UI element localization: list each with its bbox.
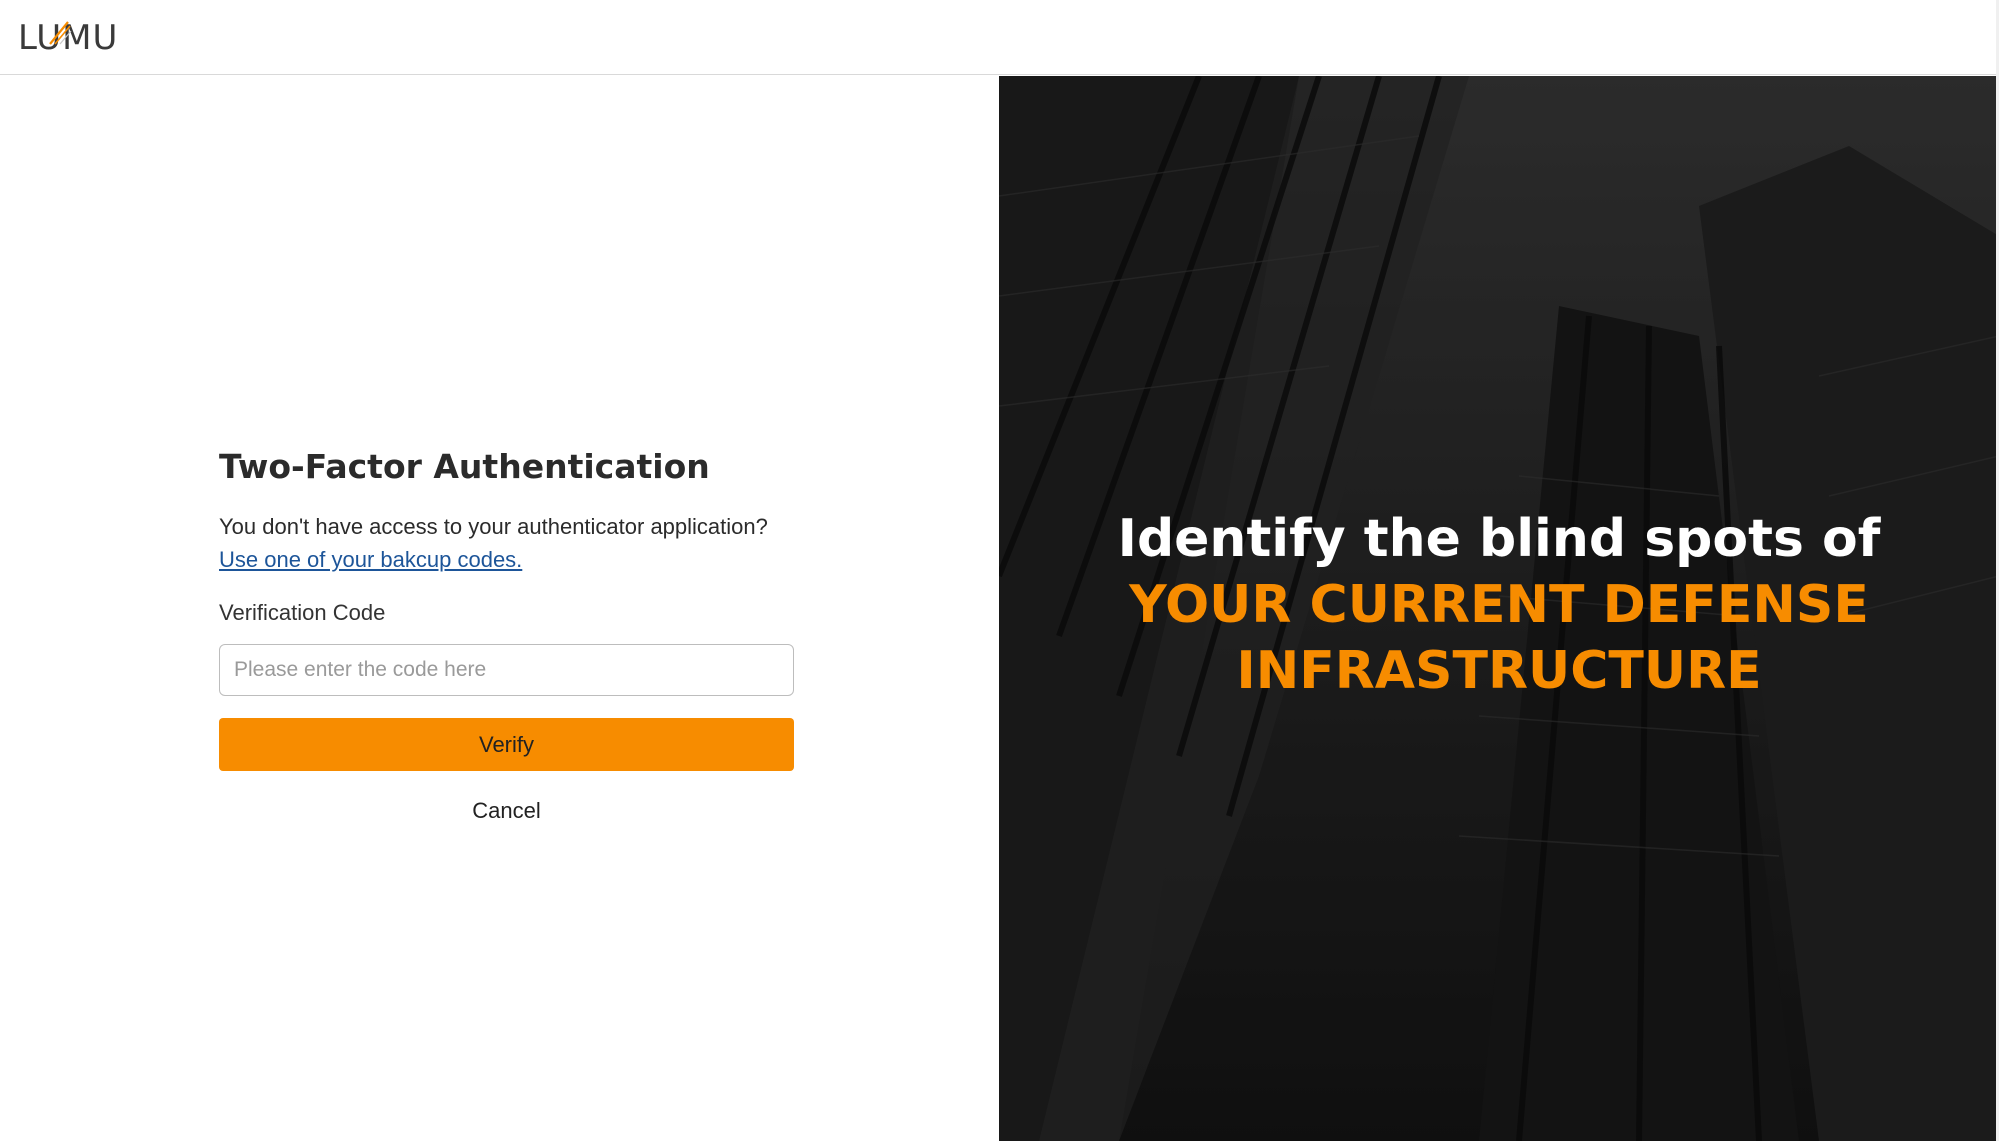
lumu-logo[interactable]: LUMU bbox=[18, 14, 128, 60]
two-factor-form: Two-Factor Authentication You don't have… bbox=[219, 446, 794, 829]
hero-line-1: Identify the blind spots of bbox=[1117, 509, 1881, 569]
backup-codes-link[interactable]: Use one of your bakcup codes. bbox=[219, 543, 522, 576]
login-panel: Two-Factor Authentication You don't have… bbox=[0, 76, 999, 1141]
top-header: LUMU bbox=[0, 0, 1999, 75]
hero-panel: Identify the blind spots of YOUR CURRENT… bbox=[999, 76, 1999, 1141]
hero-line-2: YOUR CURRENT DEFENSE bbox=[1129, 575, 1869, 635]
hero-line-3: INFRASTRUCTURE bbox=[1236, 641, 1762, 701]
page-title: Two-Factor Authentication bbox=[219, 447, 710, 486]
hero-headline: Identify the blind spots of YOUR CURRENT… bbox=[999, 506, 1999, 704]
verification-code-label: Verification Code bbox=[219, 600, 386, 625]
lumu-logo-icon bbox=[49, 21, 72, 45]
verification-code-input[interactable] bbox=[219, 644, 794, 696]
helper-text: You don't have access to your authentica… bbox=[219, 514, 768, 539]
verify-button[interactable]: Verify bbox=[219, 718, 794, 771]
cancel-button[interactable]: Cancel bbox=[219, 793, 794, 829]
